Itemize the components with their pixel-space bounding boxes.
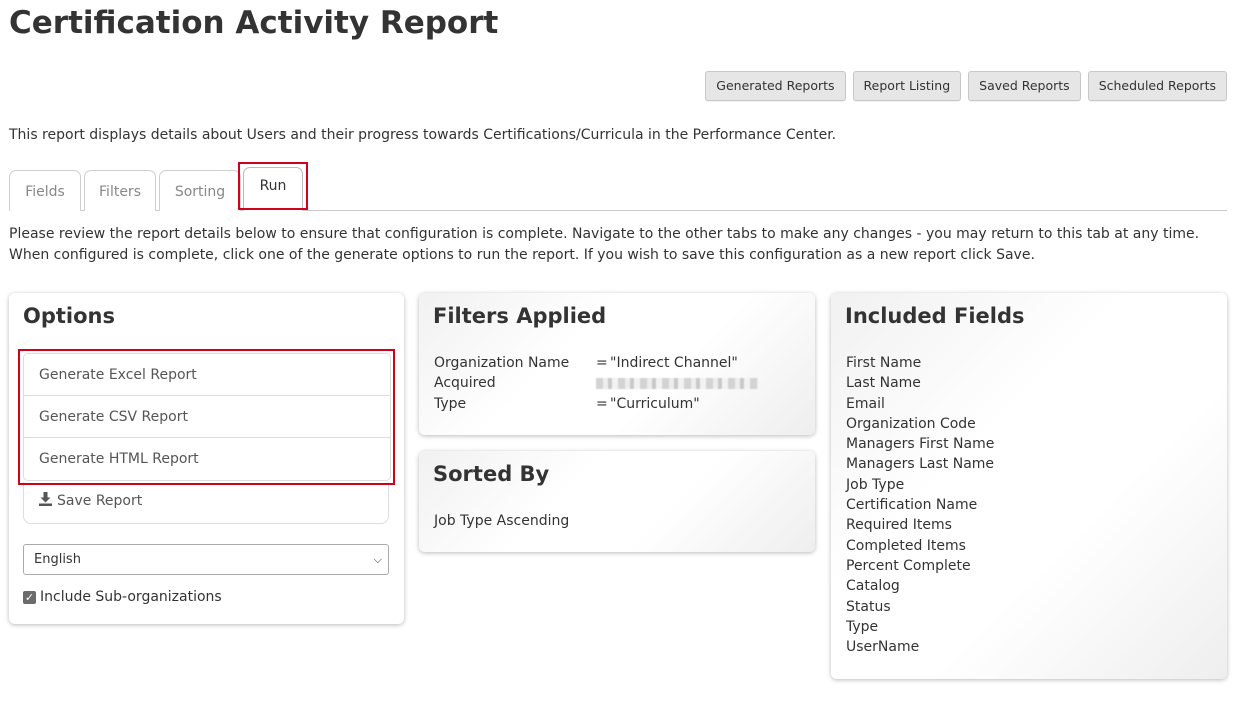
include-suborganizations-label[interactable]: Include Sub-organizations	[40, 589, 222, 605]
included-fields-list: First Name Last Name Email Organization …	[846, 353, 994, 657]
chevron-down-icon: ⌵	[373, 553, 382, 566]
list-item: Catalog	[846, 578, 900, 595]
list-item: Job Type	[846, 476, 905, 493]
list-item: Organization Code	[846, 415, 976, 432]
list-item: First Name	[846, 355, 922, 371]
sorted-by-title: Sorted By	[433, 462, 550, 486]
filter-row: Type = "Curriculum"	[434, 394, 700, 414]
language-select[interactable]: English ⌵	[23, 544, 389, 575]
run-instructions: Please review the report details below t…	[9, 226, 1200, 263]
filters-applied-panel: Filters Applied Organization Name = "Indir…	[419, 293, 815, 435]
save-report-button[interactable]: Save Report	[23, 482, 389, 524]
list-item: Completed Items	[846, 537, 966, 554]
sort-description: Job Type Ascending	[434, 513, 570, 529]
list-item: Type	[846, 618, 879, 635]
tab-filters[interactable]: Filters	[84, 170, 156, 211]
filter-operator: =	[596, 355, 608, 371]
sorted-by-panel: Sorted By Job Type Ascending	[419, 451, 815, 552]
included-fields-title: Included Fields	[845, 304, 1025, 328]
tab-sorting[interactable]: Sorting	[159, 170, 241, 211]
included-fields-panel: Included Fields First Name Last Name Ema…	[831, 293, 1227, 679]
run-tab-highlight	[238, 162, 308, 210]
language-selected-value: English	[34, 552, 81, 567]
report-description: This report displays details about Users…	[9, 127, 837, 143]
filter-name: Type	[434, 396, 467, 412]
filters-applied-title: Filters Applied	[433, 304, 607, 328]
generate-options-highlight	[18, 349, 395, 485]
report-tabs: Fields Filters Sorting Run	[9, 167, 1227, 211]
list-item: Status	[846, 598, 891, 615]
list-item: Email	[846, 395, 885, 412]
tab-fields[interactable]: Fields	[9, 170, 81, 211]
redacted-value	[596, 377, 758, 389]
report-listing-button[interactable]: Report Listing	[852, 71, 962, 101]
list-item: Last Name	[846, 375, 921, 392]
page-title: Certification Activity Report	[9, 5, 499, 41]
saved-reports-button[interactable]: Saved Reports	[968, 71, 1081, 101]
include-suborganizations-checkbox[interactable]: ✓	[23, 590, 36, 604]
list-item: UserName	[846, 639, 920, 656]
list-item: Managers Last Name	[846, 456, 995, 473]
filter-name: Acquired	[434, 375, 496, 391]
filter-row: Organization Name = "Indirect Channel"	[434, 353, 738, 373]
include-suborganizations-row: ✓ Include Sub-organizations	[23, 589, 222, 605]
filter-value: "Curriculum"	[610, 396, 700, 412]
report-nav-buttons: Generated Reports Report Listing Saved R…	[705, 71, 1227, 101]
options-title: Options	[23, 304, 115, 328]
filter-row: Acquired	[434, 373, 758, 393]
list-item: Percent Complete	[846, 557, 971, 574]
download-icon	[39, 492, 52, 506]
generated-reports-button[interactable]: Generated Reports	[705, 71, 846, 101]
list-item: Certification Name	[846, 497, 978, 514]
list-item: Required Items	[846, 517, 952, 534]
scheduled-reports-button[interactable]: Scheduled Reports	[1087, 71, 1227, 101]
filter-name: Organization Name	[434, 355, 570, 371]
filter-operator: =	[596, 396, 608, 412]
filter-value: "Indirect Channel"	[610, 355, 738, 371]
save-report-label: Save Report	[57, 493, 143, 509]
list-item: Managers First Name	[846, 436, 995, 453]
